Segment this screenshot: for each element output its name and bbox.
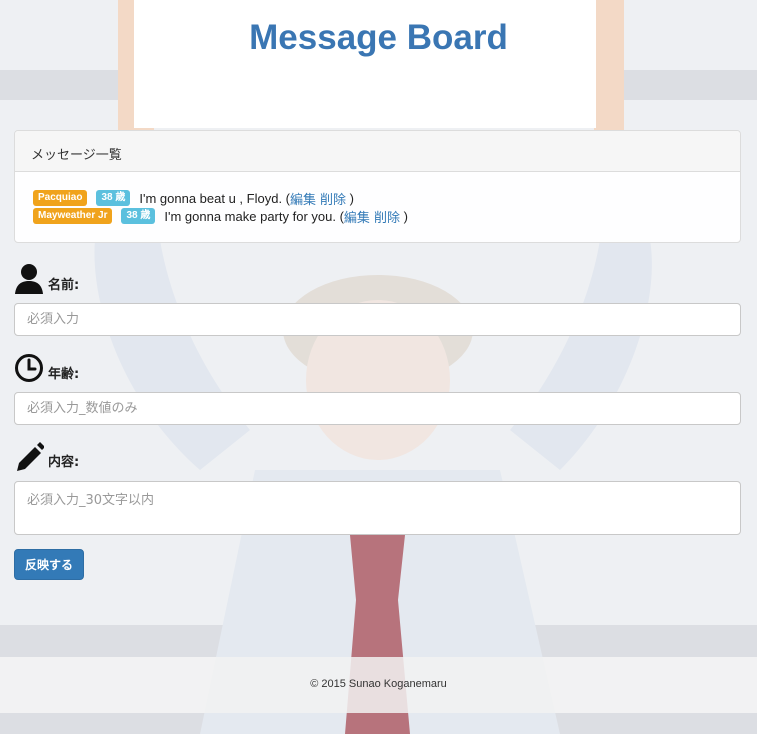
delete-link[interactable]: 削除 bbox=[320, 189, 346, 208]
messages-panel: メッセージ一覧 Pacquiao 38 歳 I'm gonna beat u ,… bbox=[14, 130, 741, 243]
paren-close: ) bbox=[399, 208, 408, 224]
delete-link[interactable]: 削除 bbox=[374, 207, 400, 226]
name-label: 名前: bbox=[48, 278, 80, 293]
name-input[interactable] bbox=[14, 303, 741, 336]
content-label-row: 内容: bbox=[14, 440, 79, 472]
message-text: I'm gonna beat u , Floyd. bbox=[139, 190, 283, 206]
message-text: I'm gonna make party for you. bbox=[164, 208, 336, 224]
background-photo bbox=[0, 0, 757, 734]
paren-open: ( bbox=[282, 190, 291, 206]
paren-close: ) bbox=[346, 190, 354, 206]
page-title: Message Board bbox=[249, 18, 508, 57]
copyright-text: © 2015 Sunao Koganemaru bbox=[310, 678, 447, 690]
age-label-row: 年齢: bbox=[14, 352, 79, 384]
messages-list: Pacquiao 38 歳 I'm gonna beat u , Floyd. … bbox=[15, 172, 740, 225]
edit-link[interactable]: 編集 bbox=[344, 207, 370, 226]
name-badge: Mayweather Jr bbox=[33, 208, 113, 224]
content-label: 内容: bbox=[48, 455, 80, 470]
content-textarea[interactable] bbox=[14, 481, 741, 535]
list-item: Pacquiao 38 歳 I'm gonna beat u , Floyd. … bbox=[33, 189, 722, 207]
footer: © 2015 Sunao Koganemaru bbox=[0, 657, 757, 713]
list-item: Mayweather Jr 38 歳 I'm gonna make party … bbox=[33, 207, 722, 225]
pencil-icon bbox=[14, 440, 44, 472]
age-input[interactable] bbox=[14, 392, 741, 425]
name-badge: Pacquiao bbox=[33, 190, 88, 206]
age-badge: 38 歳 bbox=[96, 190, 131, 206]
edit-link[interactable]: 編集 bbox=[290, 189, 316, 208]
submit-button[interactable]: 反映する bbox=[14, 549, 84, 580]
paren-open: ( bbox=[335, 208, 344, 224]
age-badge: 38 歳 bbox=[121, 208, 156, 224]
user-icon bbox=[14, 263, 44, 295]
name-label-row: 名前: bbox=[14, 263, 79, 295]
messages-panel-heading: メッセージ一覧 bbox=[15, 131, 740, 172]
clock-icon bbox=[14, 352, 44, 384]
age-label: 年齢: bbox=[48, 367, 80, 382]
